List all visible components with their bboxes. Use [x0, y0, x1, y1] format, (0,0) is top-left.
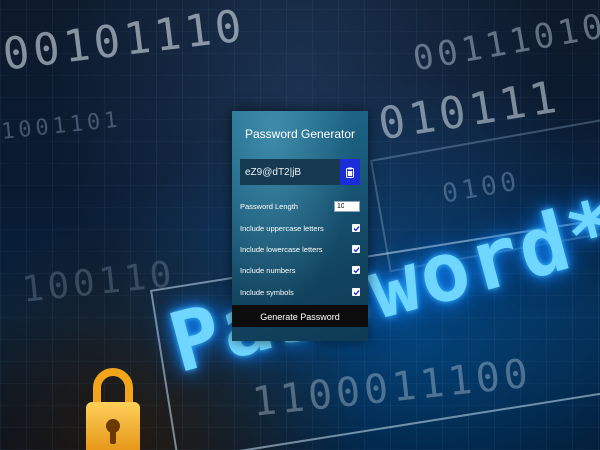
uppercase-label: Include uppercase letters — [240, 223, 324, 233]
clipboard-icon — [346, 163, 354, 182]
copy-button[interactable] — [340, 159, 360, 185]
check-icon — [353, 225, 360, 231]
setting-numbers: Include numbers — [240, 263, 360, 277]
uppercase-checkbox[interactable] — [352, 224, 360, 232]
check-icon — [353, 267, 360, 273]
padlock-icon — [84, 360, 142, 450]
password-result[interactable]: eZ9@dT2|jB — [240, 167, 340, 178]
symbols-label: Include symbols — [240, 287, 294, 297]
setting-lowercase: Include lowercase letters — [240, 242, 360, 256]
setting-password-length: Password Length — [240, 199, 360, 213]
password-result-box: eZ9@dT2|jB — [240, 159, 360, 185]
lowercase-label: Include lowercase letters — [240, 244, 323, 254]
setting-uppercase: Include uppercase letters — [240, 221, 360, 235]
card-title: Password Generator — [244, 127, 356, 141]
password-generator-card: Password Generator eZ9@dT2|jB Password L… — [232, 111, 368, 341]
password-length-label: Password Length — [240, 201, 298, 211]
setting-symbols: Include symbols — [240, 285, 360, 299]
numbers-label: Include numbers — [240, 265, 296, 275]
lowercase-checkbox[interactable] — [352, 245, 360, 253]
check-icon — [353, 289, 360, 295]
check-icon — [353, 246, 360, 252]
symbols-checkbox[interactable] — [352, 288, 360, 296]
generate-password-button[interactable]: Generate Password — [232, 305, 368, 327]
numbers-checkbox[interactable] — [352, 266, 360, 274]
password-length-input[interactable] — [334, 200, 360, 212]
